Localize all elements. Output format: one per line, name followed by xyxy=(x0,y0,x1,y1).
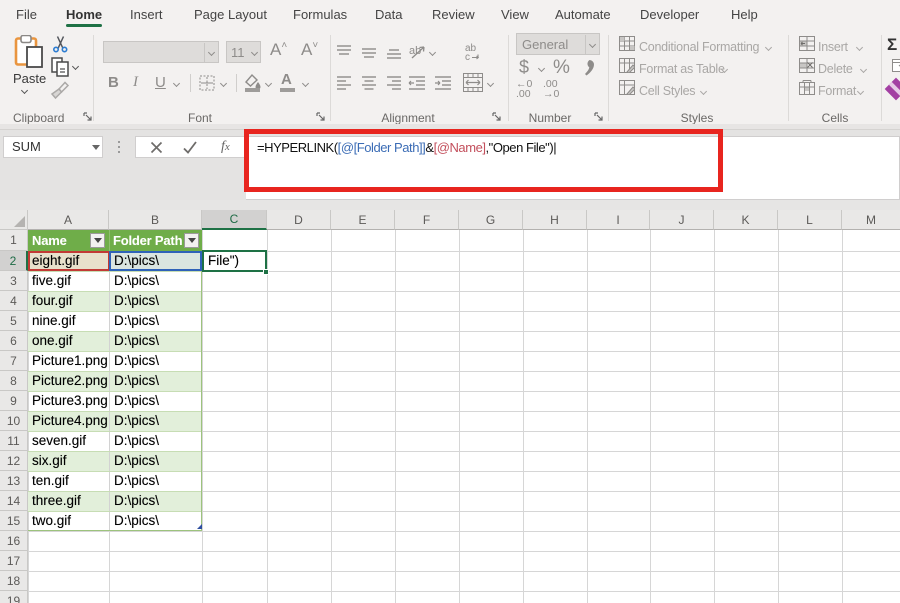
svg-text:c: c xyxy=(465,52,470,61)
